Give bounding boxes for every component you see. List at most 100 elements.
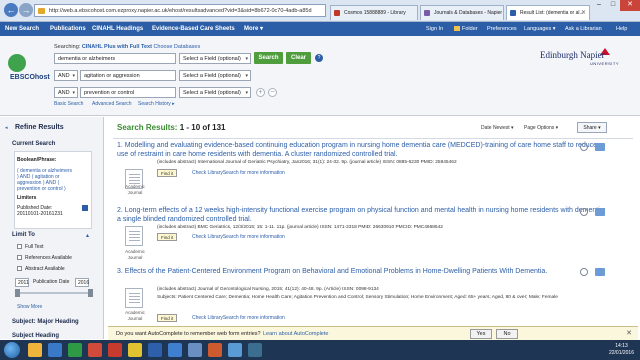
file-explorer-icon[interactable] [28, 343, 42, 357]
nav-sign-in[interactable]: Sign In [426, 22, 443, 36]
media-player-icon[interactable] [88, 343, 102, 357]
checkbox-icon[interactable] [17, 266, 22, 272]
result-actions [580, 268, 606, 278]
share-button[interactable]: Share ▾ [577, 122, 607, 133]
app-icon[interactable] [228, 343, 242, 357]
result-title[interactable]: 3. Effects of the Patient-Centered Envir… [117, 268, 557, 277]
page-options-select[interactable]: Page Options ▾ [524, 125, 558, 131]
preview-magnifier-icon[interactable] [580, 268, 588, 276]
preview-magnifier-icon[interactable] [580, 208, 588, 216]
forward-button[interactable]: → [19, 3, 33, 17]
learn-autocomplete-link[interactable]: Learn about AutoComplete [263, 327, 328, 341]
year-to-input[interactable]: 2016 [75, 278, 89, 287]
nav-more[interactable]: More ▾ [244, 22, 263, 36]
check-library-link[interactable]: Check LibrarySearch for more information [192, 315, 285, 321]
collapse-arrow-icon[interactable]: ◂ [5, 125, 10, 131]
search-history-link[interactable]: Search History ▸ [138, 101, 175, 107]
powerpoint-icon[interactable] [108, 343, 122, 357]
slider-handle-right[interactable] [88, 289, 93, 297]
field-select-1[interactable]: Select a Field (optional) ▾ [179, 53, 251, 64]
add-to-folder-icon[interactable] [595, 268, 605, 276]
check-library-link[interactable]: Check LibrarySearch for more information [192, 234, 285, 240]
ebscohost-logo[interactable]: EBSCOhost [8, 54, 50, 88]
nav-preferences[interactable]: Preferences [487, 22, 517, 36]
search-term-3[interactable]: prevention or control [80, 87, 176, 98]
database-name[interactable]: CINAHL Plus with Full Text [82, 44, 152, 50]
window-close-button[interactable]: ✕ [620, 0, 640, 11]
limiter-value: 20110101-20161231 [17, 211, 63, 217]
operator-select-2[interactable]: AND ▾ [54, 70, 78, 81]
autocomplete-yes-button[interactable]: Yes [470, 329, 492, 339]
tab-label: Result List: (dementia or al... [520, 10, 584, 16]
minimize-button[interactable]: – [592, 0, 606, 11]
basic-search-link[interactable]: Basic Search [54, 101, 83, 107]
operator-select-3[interactable]: AND ▾ [54, 87, 78, 98]
add-row-icon[interactable]: + [256, 88, 265, 97]
find-it-button[interactable]: Find it [157, 169, 178, 177]
add-to-folder-icon[interactable] [595, 208, 605, 216]
nav-publications[interactable]: Publications [50, 22, 86, 36]
nav-help[interactable]: Help [616, 22, 627, 36]
result-subjects: Subjects: Patient Centered Care; Dementi… [157, 295, 558, 300]
slider-handle-left[interactable] [15, 289, 20, 297]
browser-tab-journals[interactable]: Journals & Databases - Napier [420, 5, 504, 20]
maximize-button[interactable]: □ [606, 0, 620, 11]
nav-folder[interactable]: Folder [454, 22, 478, 36]
start-button-icon[interactable] [4, 342, 20, 358]
nav-ask-librarian[interactable]: Ask a Librarian [565, 22, 602, 36]
notification-close-icon[interactable]: ✕ [626, 327, 632, 341]
help-icon[interactable]: ? [315, 54, 323, 62]
internet-explorer-icon[interactable] [48, 343, 62, 357]
search-term-1[interactable]: dementia or alzheimers [54, 53, 176, 64]
nav-languages[interactable]: Languages ▾ [524, 22, 556, 36]
checkbox-full-text[interactable]: Full Text [17, 244, 44, 250]
result-title[interactable]: 1. Modelling and evaluating evidence-bas… [117, 142, 607, 159]
chrome-icon[interactable] [128, 343, 142, 357]
word-icon[interactable] [148, 343, 162, 357]
field-select-3[interactable]: Select a Field (optional) ▾ [179, 87, 251, 98]
boolean-line-4[interactable]: prevention or control ) [17, 186, 66, 192]
advanced-search-link[interactable]: Advanced Search [92, 101, 131, 107]
year-from-input[interactable]: 2011 [15, 278, 29, 287]
outlook-icon[interactable] [168, 343, 182, 357]
app-icon[interactable] [248, 343, 262, 357]
app-icon[interactable] [188, 343, 202, 357]
search-button[interactable]: Search [254, 52, 283, 64]
excel-icon[interactable] [68, 343, 82, 357]
limit-to-collapse-icon[interactable]: ▴ [86, 232, 89, 239]
add-to-folder-icon[interactable] [595, 143, 605, 151]
app-icon[interactable] [208, 343, 222, 357]
nav-evidence-care-sheets[interactable]: Evidence-Based Care Sheets [152, 22, 235, 36]
browser-tab-cosmos[interactable]: Cosmos 15888889 - Library [330, 5, 418, 20]
subject-major-heading[interactable]: Subject: Major Heading [12, 319, 79, 325]
check-library-link[interactable]: Check LibrarySearch for more information [192, 170, 285, 176]
remove-row-icon[interactable]: − [268, 88, 277, 97]
address-bar[interactable]: http://web.a.ebscohost.com.ezproxy.napie… [34, 4, 326, 17]
autocomplete-no-button[interactable]: No [496, 329, 518, 339]
searching-line: Searching: CINAHL Plus with Full Text Ch… [54, 44, 200, 50]
nav-new-search[interactable]: New Search [5, 22, 39, 36]
field-select-2[interactable]: Select a Field (optional) ▾ [179, 70, 251, 81]
clock[interactable]: 14:13 22/01/2016 [609, 343, 634, 357]
tab-close-icon[interactable]: ✕ [581, 6, 586, 20]
checkbox-references[interactable]: References Available [17, 255, 72, 261]
find-it-button[interactable]: Find it [157, 233, 178, 241]
checkbox-icon[interactable] [17, 255, 22, 261]
subject-heading[interactable]: Subject Heading [12, 333, 59, 339]
back-button[interactable]: ← [4, 3, 18, 17]
remove-limiter-icon[interactable] [82, 205, 88, 211]
show-more-link[interactable]: Show More [17, 304, 42, 310]
results-divider [113, 138, 633, 139]
search-term-2[interactable]: agitation or aggression [80, 70, 176, 81]
sort-select[interactable]: Date Newest ▾ [481, 125, 514, 131]
clear-button[interactable]: Clear [286, 52, 311, 64]
checkbox-icon[interactable] [17, 244, 22, 250]
choose-databases-link[interactable]: Choose Databases [153, 44, 200, 50]
preview-magnifier-icon[interactable] [580, 143, 588, 151]
browser-tab-result-list[interactable]: Result List: (dementia or al... ✕ [506, 5, 590, 20]
checkbox-abstract[interactable]: Abstract Available [17, 266, 65, 272]
nav-cinahl-headings[interactable]: CINAHL Headings [92, 22, 143, 36]
date-slider[interactable] [17, 292, 91, 294]
find-it-button[interactable]: Find it [157, 314, 178, 322]
result-title[interactable]: 2. Long-term effects of a 12 weeks high-… [117, 207, 607, 224]
